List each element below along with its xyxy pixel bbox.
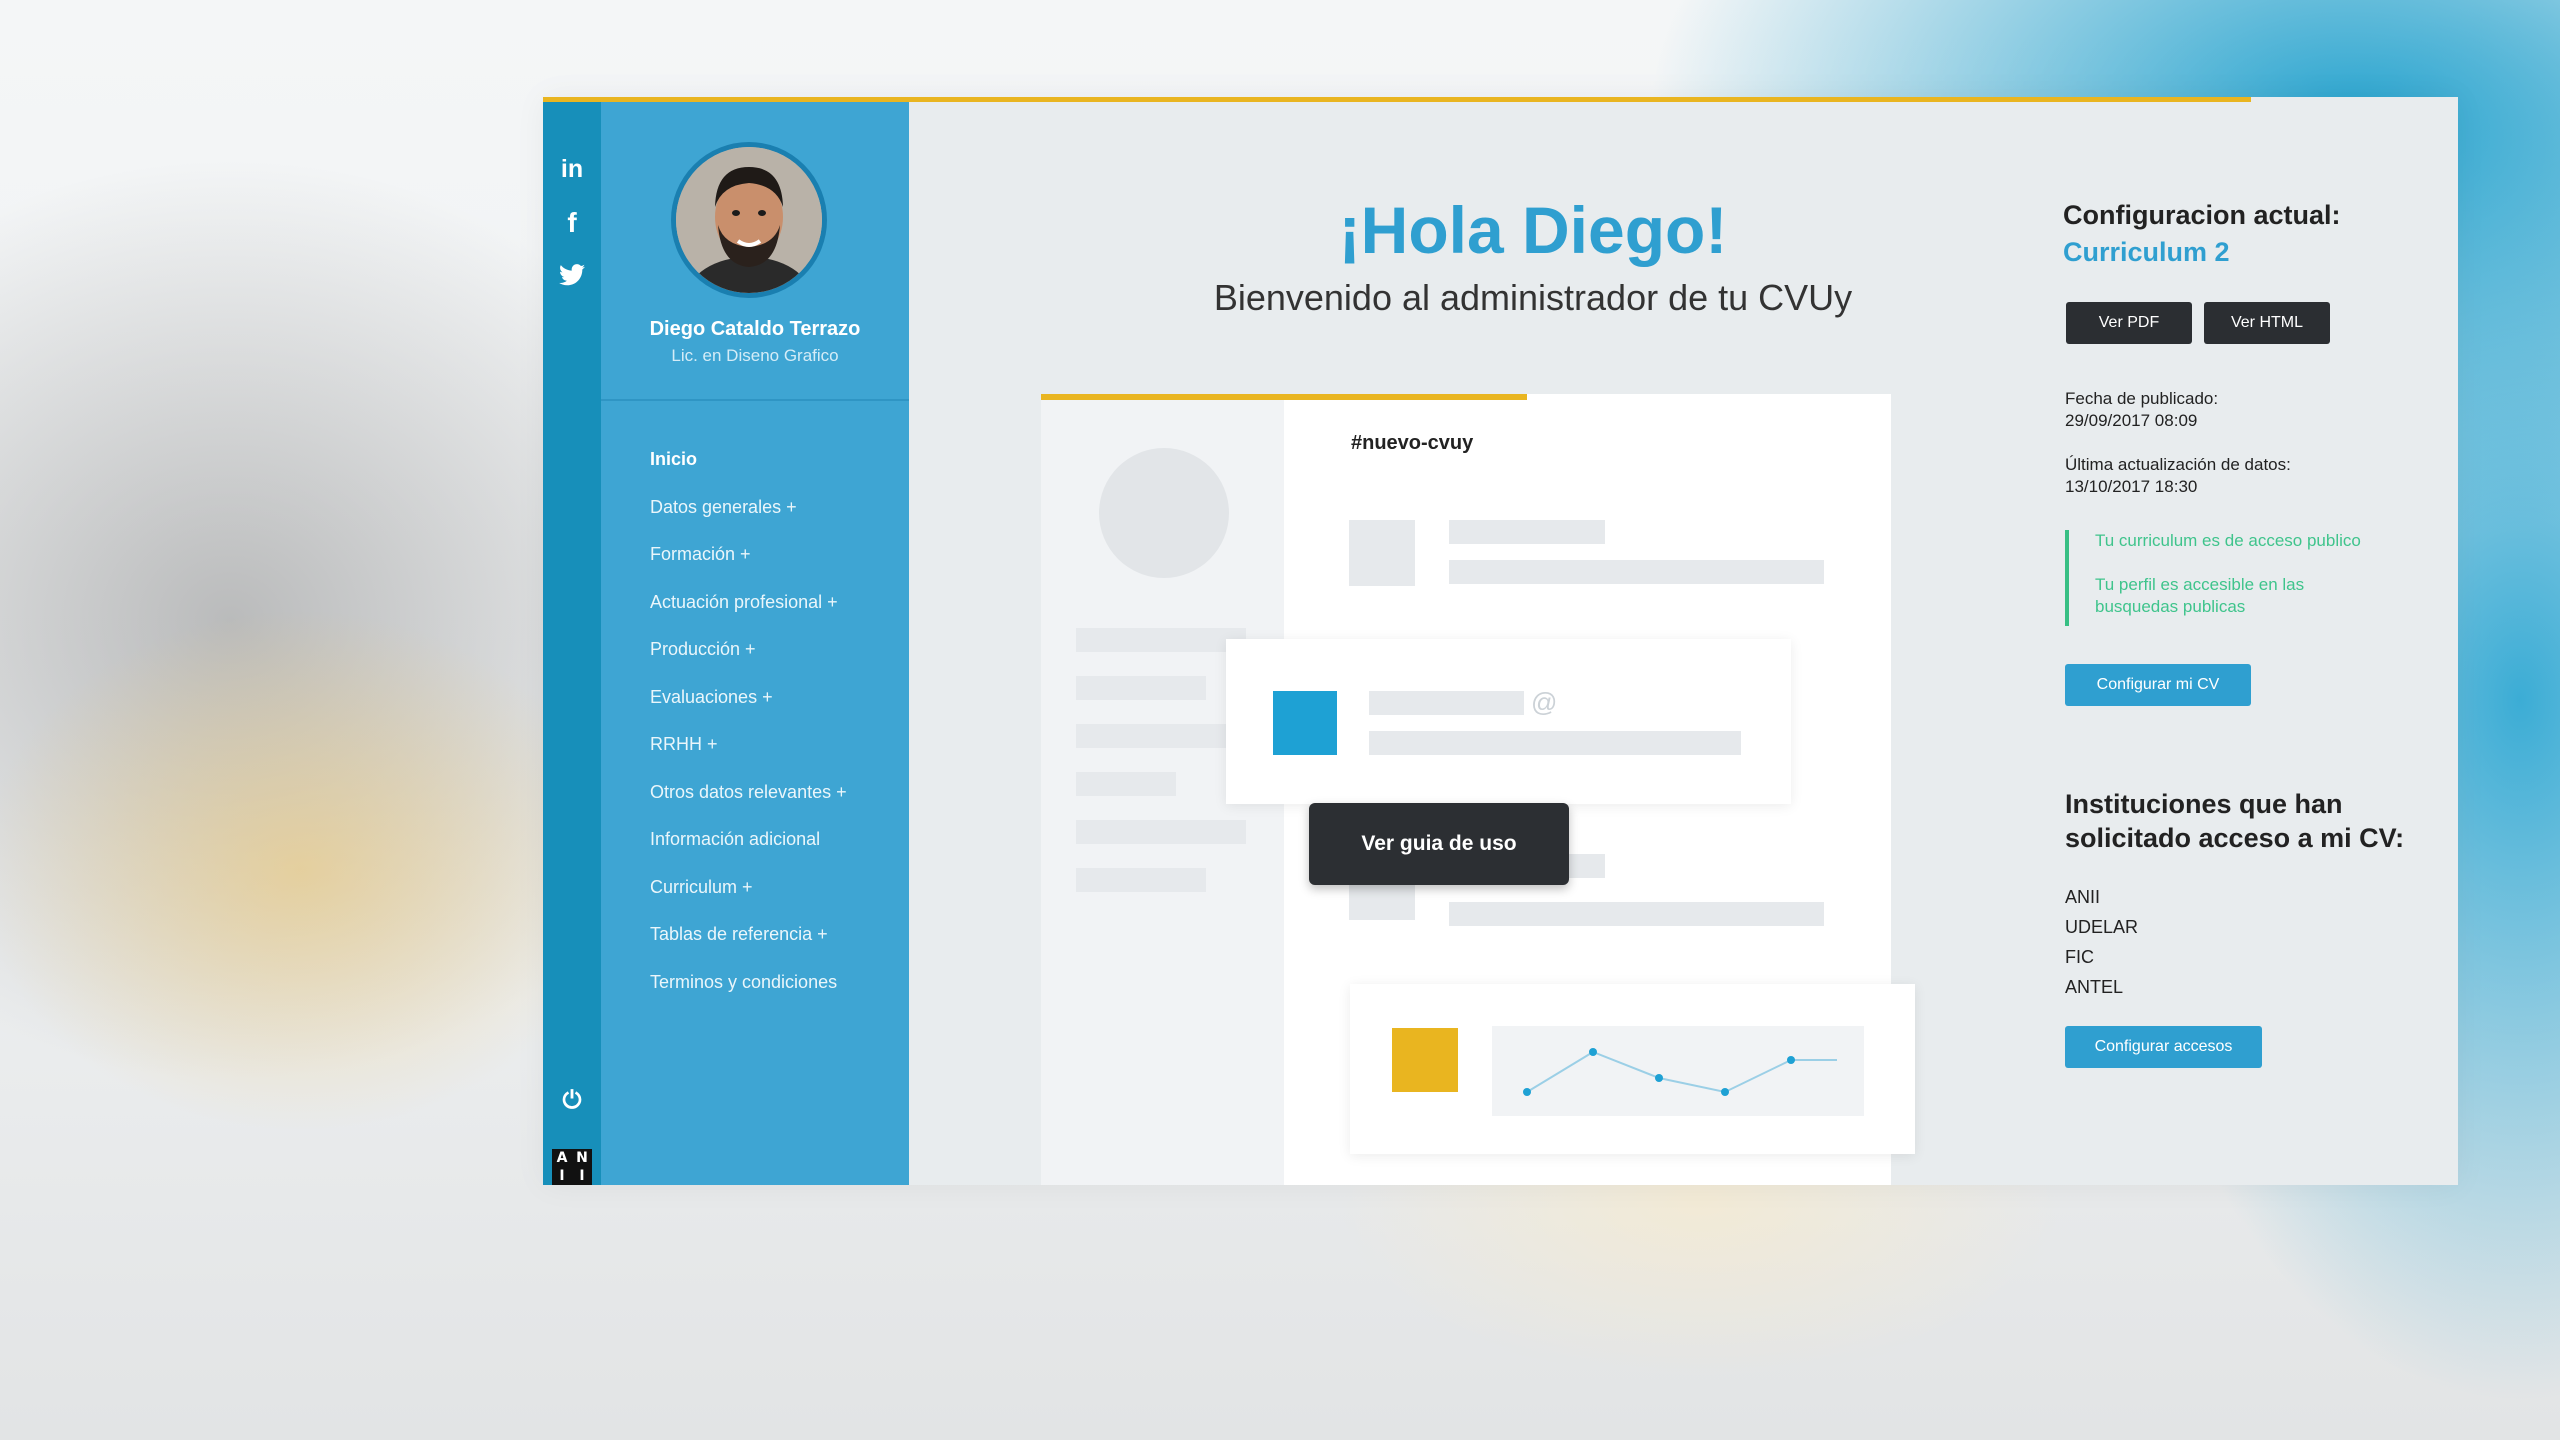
institutions-title: Instituciones que han solicitado acceso … <box>2065 789 2405 853</box>
placeholder-line <box>1369 691 1524 715</box>
blue-square <box>1273 691 1337 755</box>
institution-item: ANTEL <box>2065 977 2124 997</box>
nav-item-tablas-referencia[interactable]: Tablas de referencia + <box>650 922 847 970</box>
preview-contact-card: @ <box>1226 639 1791 804</box>
placeholder-line <box>1076 724 1226 748</box>
power-icon[interactable]: ⏻ <box>557 1086 587 1116</box>
config-value[interactable]: Curriculum 2 <box>2063 237 2230 268</box>
updated-value: 13/10/2017 18:30 <box>2065 477 2198 496</box>
cv-preview-illustration: #nuevo-cvuy @ <box>1041 394 1915 1185</box>
configure-access-button[interactable]: Configurar accesos <box>2065 1026 2262 1068</box>
profile-name: Diego Cataldo Terrazo <box>649 318 861 340</box>
linkedin-icon[interactable]: in <box>557 154 587 184</box>
institution-item: UDELAR <box>2065 917 2139 937</box>
view-pdf-button[interactable]: Ver PDF <box>2066 302 2192 344</box>
profile-title: Lic. en Diseno Grafico <box>671 346 839 365</box>
placeholder-line <box>1449 902 1824 926</box>
mini-chart <box>1492 1026 1864 1116</box>
brand-logo: AN II <box>552 1149 592 1185</box>
placeholder-line <box>1076 820 1246 844</box>
nav-item-datos-generales[interactable]: Datos generales + <box>650 495 847 543</box>
published-value: 29/09/2017 08:09 <box>2065 411 2198 430</box>
placeholder-line <box>1076 868 1206 892</box>
sidebar: Diego Cataldo Terrazo Lic. en Diseno Gra… <box>601 102 909 1185</box>
view-html-button[interactable]: Ver HTML <box>2204 302 2330 344</box>
preview-avatar-placeholder <box>1099 448 1229 578</box>
yellow-square <box>1392 1028 1458 1092</box>
updated-label: Última actualización de datos: <box>2065 455 2291 474</box>
status-searchable-line2: busquedas publicas <box>2095 597 2246 616</box>
sidebar-nav: Inicio Datos generales + Formación + Act… <box>650 447 847 1017</box>
avatar[interactable] <box>671 142 827 298</box>
app-window: in f ⏻ AN II Diego Cataldo Terrazo Lic. … <box>543 97 2458 1185</box>
institutions-list: ANII UDELAR FIC ANTEL <box>2065 887 2138 1007</box>
nav-item-formacion[interactable]: Formación + <box>650 542 847 590</box>
nav-item-curriculum[interactable]: Curriculum + <box>650 875 847 923</box>
preview-tag: #nuevo-cvuy <box>1351 432 1474 454</box>
placeholder-line <box>1076 772 1176 796</box>
guide-button[interactable]: Ver guia de uso <box>1309 803 1569 885</box>
nav-item-terminos[interactable]: Terminos y condiciones <box>650 970 847 1018</box>
twitter-icon[interactable] <box>557 260 587 290</box>
welcome-subtitle: Bienvenido al administrador de tu CVUy <box>1213 277 1853 318</box>
config-title: Configuracion actual: <box>2063 200 2341 230</box>
at-icon: @ <box>1531 687 1558 717</box>
status-box: Tu curriculum es de acceso publico Tu pe… <box>2065 530 2409 626</box>
placeholder-line <box>1076 676 1206 700</box>
institution-item: ANII <box>2065 887 2101 907</box>
right-panel: Configuracion actual: Curriculum 2 Ver P… <box>2063 97 2443 1185</box>
placeholder-line <box>1076 628 1246 652</box>
placeholder-line <box>1449 520 1605 544</box>
placeholder-line <box>1369 731 1741 755</box>
facebook-icon[interactable]: f <box>557 207 587 238</box>
social-strip: in f ⏻ AN II <box>543 102 601 1185</box>
nav-item-informacion-adicional[interactable]: Información adicional <box>650 827 847 875</box>
nav-item-otros-datos[interactable]: Otros datos relevantes + <box>650 780 847 828</box>
configure-cv-button[interactable]: Configurar mi CV <box>2065 664 2251 706</box>
nav-item-rrhh[interactable]: RRHH + <box>650 732 847 780</box>
nav-item-produccion[interactable]: Producción + <box>650 637 847 685</box>
greeting-title: ¡Hola Diego! <box>1338 193 1728 267</box>
nav-item-inicio[interactable]: Inicio <box>650 447 847 495</box>
status-public-access: Tu curriculum es de acceso publico <box>2095 531 2361 550</box>
sidebar-divider <box>601 399 909 401</box>
status-searchable-line1: Tu perfil es accesible en las <box>2095 575 2305 594</box>
nav-item-actuacion-profesional[interactable]: Actuación profesional + <box>650 590 847 638</box>
preview-chart-card <box>1350 984 1915 1154</box>
placeholder-line <box>1449 560 1824 584</box>
published-label: Fecha de publicado: <box>2065 389 2219 408</box>
nav-item-evaluaciones[interactable]: Evaluaciones + <box>650 685 847 733</box>
placeholder-square <box>1349 520 1415 586</box>
institution-item: FIC <box>2065 947 2094 967</box>
